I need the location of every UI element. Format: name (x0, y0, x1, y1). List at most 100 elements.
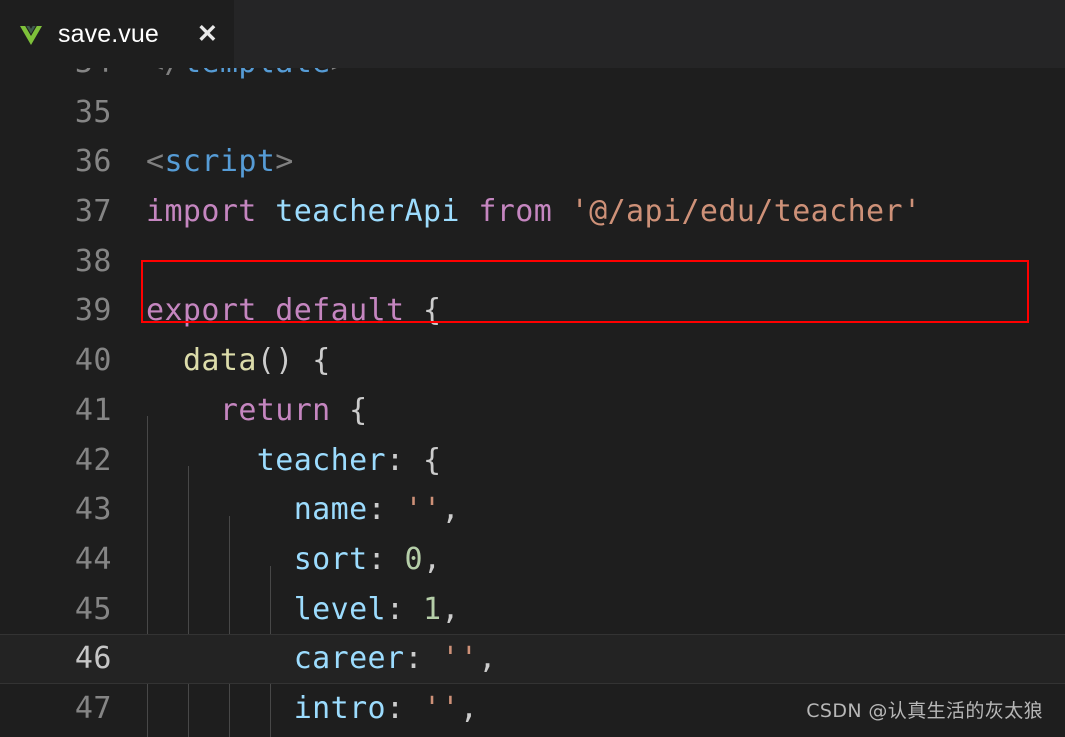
code-text[interactable]: name: '', (146, 485, 460, 535)
token-variable: level (293, 591, 387, 627)
line-number: 39 (74, 293, 112, 329)
code-line[interactable]: 44 sort: 0, (0, 535, 1065, 585)
line-number: 44 (74, 541, 112, 577)
code-text[interactable]: return { (146, 386, 368, 436)
token-punctuation: , (441, 591, 460, 627)
line-number: 45 (74, 591, 112, 627)
code-line[interactable]: 39 export default { (0, 286, 1065, 336)
line-number: 38 (74, 243, 112, 279)
line-number: 36 (74, 144, 112, 180)
token-number: 0 (404, 541, 423, 577)
code-line[interactable]: 36 <script> (0, 137, 1065, 187)
line-number: 42 (74, 442, 112, 478)
code-lines: 34</template>3536<script>37import teache… (0, 68, 1065, 734)
token-variable: intro (293, 690, 387, 726)
code-text[interactable]: teacher: { (146, 436, 441, 486)
line-number: 46 (74, 641, 112, 677)
token-tag: script (164, 144, 276, 180)
code-text[interactable]: career: '', (146, 634, 497, 684)
token-keyword: return (219, 392, 331, 428)
token-punctuation: , (459, 690, 479, 726)
code-text[interactable]: level: 1, (146, 585, 460, 635)
code-text[interactable]: sort: 0, (146, 535, 441, 585)
line-number: 41 (74, 392, 112, 428)
line-number: 35 (74, 94, 112, 130)
token-keyword: default (275, 293, 405, 329)
token-tag: template (183, 68, 331, 80)
token-keyword: import (146, 194, 257, 230)
token-punctuation: { (422, 293, 442, 329)
token-punctuation: : (386, 690, 405, 726)
token-string: '' (404, 492, 442, 528)
token-variable: name (293, 492, 368, 528)
code-line[interactable]: 40 data() { (0, 336, 1065, 386)
token-keyword: export (146, 293, 257, 329)
code-text[interactable]: </template> (146, 68, 349, 88)
token-bracket: > (275, 144, 294, 180)
line-number: 47 (74, 690, 112, 726)
code-line[interactable]: 37 import teacherApi from '@/api/edu/teac… (0, 187, 1065, 237)
token-punctuation: () (256, 343, 294, 379)
token-punctuation: : (386, 591, 405, 627)
code-line[interactable]: 35 (0, 88, 1065, 138)
code-editor[interactable]: 34</template>3536<script>37import teache… (0, 68, 1065, 737)
code-line[interactable]: 41 return { (0, 386, 1065, 436)
code-text[interactable]: intro: '', (146, 684, 478, 734)
line-number: 40 (74, 343, 112, 379)
token-punctuation: : (367, 492, 387, 528)
code-surface: 34</template>3536<script>37import teache… (0, 68, 1065, 737)
code-text[interactable]: data() { (146, 336, 331, 386)
editor-tab-bar: save.vue ✕ (0, 0, 1065, 68)
token-bracket: < (146, 144, 165, 180)
code-text[interactable]: export default { (146, 286, 441, 336)
token-function: data (182, 343, 257, 379)
code-line[interactable]: 46 career: '', (0, 634, 1065, 684)
code-text[interactable]: <script> (146, 137, 294, 187)
code-text[interactable]: import teacherApi from '@/api/edu/teache… (146, 187, 921, 237)
token-punctuation: , (441, 492, 460, 528)
code-line[interactable]: 45 level: 1, (0, 585, 1065, 635)
token-variable: career (293, 641, 405, 677)
token-bracket: > (331, 68, 349, 80)
token-number: 1 (422, 591, 442, 627)
token-bracket: </ (146, 68, 183, 80)
code-line[interactable]: 38 (0, 237, 1065, 287)
token-punctuation: : (367, 541, 387, 577)
vue-logo-icon (20, 26, 42, 45)
token-punctuation: , (422, 541, 442, 577)
token-string: '@/api/edu/teacher' (570, 194, 922, 230)
code-line[interactable]: 43 name: '', (0, 485, 1065, 535)
token-variable: sort (293, 541, 368, 577)
tab-label: save.vue (58, 19, 159, 48)
code-line[interactable]: 34 </template> (0, 68, 1065, 88)
token-variable: teacherApi (275, 194, 460, 230)
tab-save-vue[interactable]: save.vue ✕ (0, 0, 234, 68)
token-keyword: from (478, 194, 553, 230)
token-variable: teacher (256, 442, 387, 478)
token-punctuation: , (478, 641, 497, 677)
code-line[interactable]: 42 teacher: { (0, 436, 1065, 486)
token-punctuation: { (349, 392, 368, 428)
close-icon[interactable]: ✕ (197, 21, 218, 47)
line-number: 34 (0, 68, 112, 88)
